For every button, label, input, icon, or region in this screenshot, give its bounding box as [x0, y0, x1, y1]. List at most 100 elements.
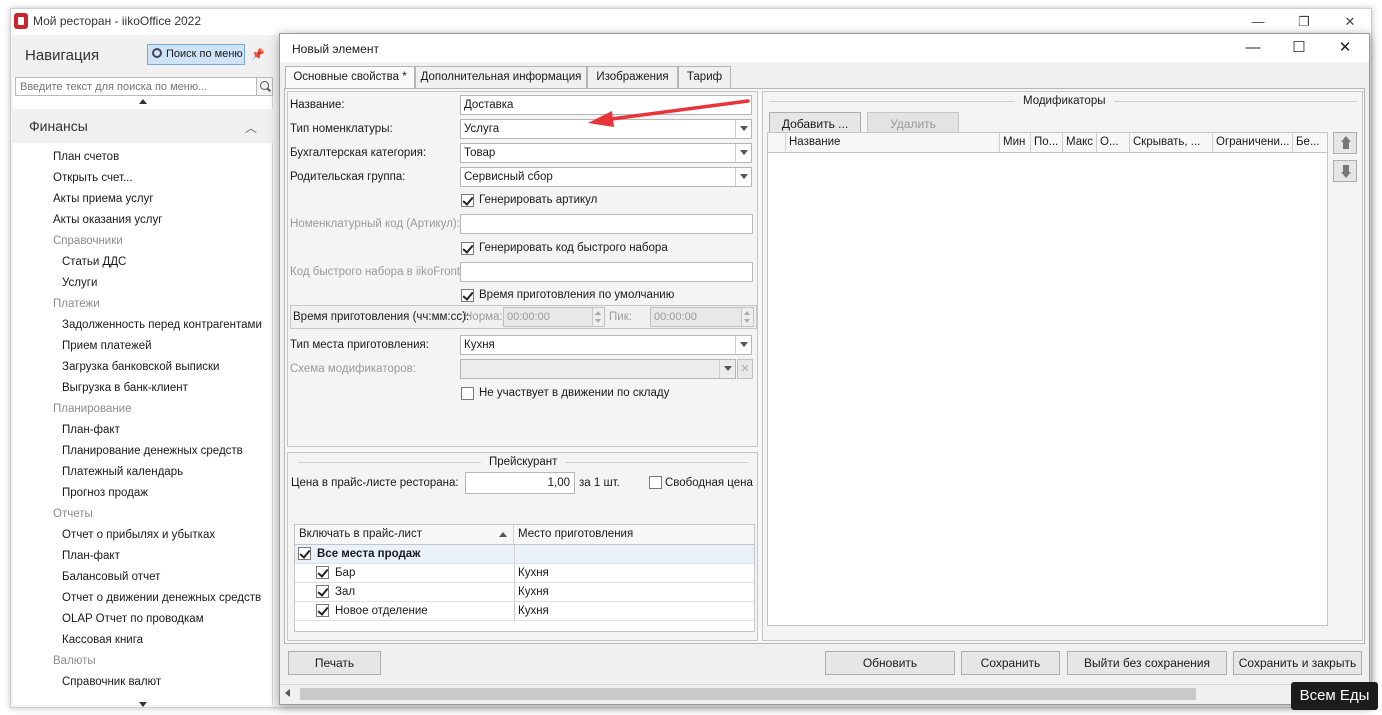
table-row[interactable]: Зал Кухня — [295, 583, 754, 602]
nav-item[interactable]: Задолженность перед контрагентами — [62, 319, 262, 331]
nav-item[interactable]: План счетов — [53, 151, 119, 163]
norm-time-field[interactable]: 00:00:00 — [503, 307, 605, 327]
nav-search-icon[interactable] — [257, 77, 273, 96]
nav-item[interactable]: План-факт — [62, 424, 120, 436]
tab-images[interactable]: Изображения — [587, 66, 678, 88]
save-and-close-button[interactable]: Сохранить и закрыть — [1233, 651, 1362, 675]
norm-label: Норма: — [464, 311, 503, 323]
nav-item[interactable]: Отчет о движении денежных средств — [62, 592, 261, 604]
include-checkbox[interactable] — [316, 604, 329, 617]
mod-scheme-select[interactable] — [460, 359, 736, 379]
type-value: Услуга — [464, 123, 500, 135]
col-max-header[interactable]: Макс — [1063, 133, 1097, 153]
nav-item[interactable]: Прием платежей — [62, 340, 152, 352]
table-row[interactable]: Бар Кухня — [295, 564, 754, 583]
include-checkbox[interactable] — [298, 547, 311, 560]
chevron-down-icon[interactable] — [735, 168, 751, 186]
price-field[interactable]: 1,00 — [465, 472, 575, 494]
col-include-header[interactable]: Включать в прайс-лист — [295, 525, 514, 545]
nav-item[interactable]: Услуги — [62, 277, 97, 289]
nav-scroll-down-icon[interactable] — [139, 702, 147, 707]
nav-item[interactable]: План-факт — [62, 550, 120, 562]
chevron-up-icon[interactable]: ︿ — [245, 119, 257, 136]
scrollbar-thumb[interactable] — [300, 688, 1196, 700]
nav-item[interactable]: Отчет о прибылях и убытках — [62, 529, 215, 541]
free-price-checkbox[interactable] — [649, 476, 662, 489]
nav-item[interactable]: Акты приема услуг — [53, 193, 154, 205]
close-button[interactable]: ✕ — [1327, 11, 1373, 33]
row-place[interactable]: Кухня — [518, 564, 549, 583]
print-button[interactable]: Печать — [288, 651, 381, 675]
nav-section-finance[interactable]: Финансы ︿ — [13, 109, 273, 143]
spinner-icon[interactable] — [592, 308, 604, 326]
include-checkbox[interactable] — [316, 566, 329, 579]
nav-item[interactable]: Платежный календарь — [62, 466, 183, 478]
name-field[interactable]: Доставка — [460, 95, 752, 115]
col-limit-header[interactable]: Ограничени... — [1213, 133, 1293, 153]
col-place-header[interactable]: Место приготовления — [514, 525, 754, 545]
row-place[interactable]: Кухня — [518, 602, 549, 621]
row-name: Новое отделение — [335, 605, 428, 617]
table-row[interactable]: Все места продаж — [295, 545, 754, 564]
dialog-minimize-button[interactable]: — — [1230, 37, 1276, 59]
move-up-icon[interactable] — [1333, 132, 1357, 154]
tab-additional-info[interactable]: Дополнительная информация — [415, 66, 587, 88]
dialog-close-button[interactable]: ✕ — [1322, 37, 1368, 59]
col-o-header[interactable]: О... — [1097, 133, 1130, 153]
nav-item[interactable]: Справочник валют — [62, 676, 161, 688]
spinner-icon[interactable] — [741, 308, 753, 326]
not-in-stock-checkbox[interactable] — [461, 387, 474, 400]
minimize-button[interactable]: — — [1235, 11, 1281, 33]
include-checkbox[interactable] — [316, 585, 329, 598]
peak-time-field[interactable]: 00:00:00 — [650, 307, 754, 327]
chevron-down-icon[interactable] — [735, 120, 751, 138]
nav-item[interactable]: Балансовый отчет — [62, 571, 160, 583]
col-po-header[interactable]: По... — [1031, 133, 1063, 153]
category-select[interactable]: Товар — [460, 143, 752, 163]
place-type-select[interactable]: Кухня — [460, 335, 752, 355]
save-button[interactable]: Сохранить — [961, 651, 1060, 675]
horizontal-scrollbar[interactable] — [280, 684, 1369, 702]
move-down-icon[interactable] — [1333, 160, 1357, 182]
app-title: Мой ресторан - iikoOffice 2022 — [33, 14, 202, 28]
refresh-button[interactable]: Обновить — [825, 651, 955, 675]
tab-tariff[interactable]: Тариф — [678, 66, 731, 88]
nav-item[interactable]: Прогноз продаж — [62, 487, 148, 499]
row-place[interactable]: Кухня — [518, 583, 549, 602]
scroll-left-icon[interactable] — [285, 689, 290, 697]
col-name-header[interactable]: Название — [786, 133, 1000, 153]
nav-item[interactable]: Акты оказания услуг — [53, 214, 162, 226]
dialog-maximize-button[interactable]: ☐ — [1276, 37, 1322, 59]
nav-item[interactable]: OLAP Отчет по проводкам — [62, 613, 204, 625]
gen-article-checkbox[interactable] — [461, 194, 474, 207]
restore-button[interactable]: ❐ — [1281, 11, 1327, 33]
col-be-header[interactable]: Бе... — [1293, 133, 1327, 153]
col-min-header[interactable]: Мин — [1000, 133, 1031, 153]
gen-quick-code-checkbox[interactable] — [461, 242, 474, 255]
exit-without-save-button[interactable]: Выйти без сохранения — [1067, 651, 1227, 675]
nav-search-input[interactable] — [15, 77, 257, 96]
time-label: Время приготовления (чч:мм:сс): — [293, 311, 470, 323]
nav-scroll-up-icon[interactable] — [139, 99, 147, 104]
table-row[interactable]: Новое отделение Кухня — [295, 602, 754, 621]
nav-item[interactable]: Загрузка банковской выписки — [62, 361, 219, 373]
nav-item[interactable]: Открыть счет... — [53, 172, 133, 184]
pin-icon[interactable]: 📌 — [251, 48, 265, 61]
nav-item[interactable]: Кассовая книга — [62, 634, 143, 646]
default-time-checkbox[interactable] — [461, 289, 474, 302]
tab-main-properties[interactable]: Основные свойства * — [285, 66, 415, 89]
cooking-time-row: Время приготовления (чч:мм:сс): Норма: 0… — [290, 305, 757, 329]
nav-item[interactable]: Статьи ДДС — [62, 256, 126, 268]
clear-icon[interactable]: ✕ — [737, 359, 753, 379]
type-select[interactable]: Услуга — [460, 119, 752, 139]
col-hide-header[interactable]: Скрывать, ... — [1130, 133, 1213, 153]
chevron-down-icon[interactable] — [735, 336, 751, 354]
quick-code-field[interactable] — [460, 262, 753, 282]
nav-item[interactable]: Планирование денежных средств — [62, 445, 243, 457]
parent-select[interactable]: Сервисный сбор — [460, 167, 752, 187]
article-field[interactable] — [460, 214, 753, 234]
nav-item[interactable]: Выгрузка в банк-клиент — [62, 382, 188, 394]
chevron-down-icon[interactable] — [735, 144, 751, 162]
menu-search-button[interactable]: Поиск по меню — [147, 44, 245, 65]
chevron-down-icon[interactable] — [719, 360, 735, 378]
